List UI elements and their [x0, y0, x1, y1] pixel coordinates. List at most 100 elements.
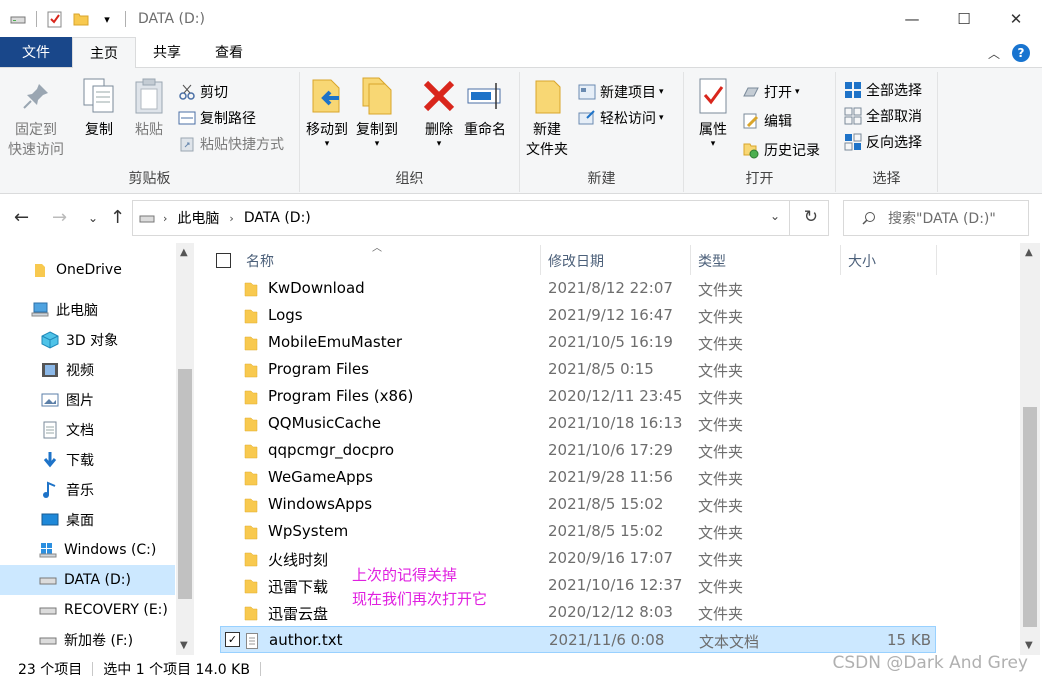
cut-button[interactable]: 剪切	[178, 80, 228, 104]
column-date[interactable]: 修改日期	[548, 251, 604, 271]
tab-share[interactable]: 共享	[136, 37, 198, 67]
copy-to-button[interactable]: 复制到 ▾	[356, 76, 398, 149]
refresh-icon[interactable]: ↻	[804, 207, 818, 227]
properties-icon[interactable]	[45, 9, 65, 29]
nav-item-new-volume-f[interactable]: 新加卷 (F:)	[0, 625, 175, 655]
open-button[interactable]: 打开 ▾	[742, 80, 800, 104]
delete-button[interactable]: 删除 ▾	[420, 76, 458, 149]
history-button[interactable]: 历史记录	[742, 138, 820, 162]
column-size[interactable]: 大小	[848, 251, 876, 271]
collapse-ribbon-icon[interactable]: ︿	[988, 45, 1000, 62]
address-bar[interactable]: › 此电脑 › DATA (D:) ⌄ ↻	[132, 200, 829, 236]
recent-locations-icon[interactable]: ⌄	[88, 211, 98, 225]
nav-item-videos[interactable]: 视频	[0, 355, 175, 385]
easy-access-button[interactable]: 轻松访问 ▾	[578, 106, 664, 130]
quick-access-toolbar: ▾	[8, 9, 134, 29]
tab-home[interactable]: 主页	[72, 37, 136, 68]
folder-icon	[244, 362, 258, 382]
nav-scrollbar[interactable]: ▲ ▼	[176, 243, 194, 655]
nav-item-this-pc[interactable]: 此电脑	[0, 295, 175, 325]
file-type: 文件夹	[698, 416, 744, 434]
tab-view[interactable]: 查看	[198, 37, 260, 67]
pin-quick-access-button[interactable]: 固定到 快速访问	[8, 76, 64, 160]
folder-row[interactable]: WeGameApps 2021/9/28 11:56 文件夹	[220, 464, 936, 491]
select-none-button[interactable]: 全部取消	[844, 104, 922, 128]
paste-shortcut-button[interactable]: 粘贴快捷方式	[178, 132, 284, 156]
nav-item-documents[interactable]: 文档	[0, 415, 175, 445]
select-all-button[interactable]: 全部选择	[844, 78, 922, 102]
scroll-down-icon[interactable]: ▼	[1025, 640, 1033, 651]
file-type: 文件夹	[698, 443, 744, 461]
desktop-icon	[40, 511, 60, 529]
nav-item-pictures[interactable]: 图片	[0, 385, 175, 415]
scroll-down-icon[interactable]: ▼	[180, 640, 188, 651]
folder-icon	[244, 470, 258, 490]
minimize-button[interactable]: —	[886, 0, 938, 38]
search-input[interactable]: 搜索"DATA (D:)"	[843, 200, 1029, 236]
invert-selection-button[interactable]: 反向选择	[844, 130, 922, 154]
folder-row[interactable]: 迅雷下载 2021/10/16 12:37 文件夹	[220, 572, 936, 599]
copy-button[interactable]: 复制	[80, 76, 118, 140]
breadcrumb-this-pc[interactable]: 此电脑	[177, 208, 219, 228]
column-type[interactable]: 类型	[698, 251, 726, 271]
folder-row[interactable]: 迅雷云盘 2020/12/12 8:03 文件夹	[220, 599, 936, 626]
folder-row[interactable]: MobileEmuMaster 2021/10/5 16:19 文件夹	[220, 329, 936, 356]
paste-icon	[130, 76, 168, 116]
tab-file[interactable]: 文件	[0, 37, 72, 67]
copy-path-button[interactable]: 复制路径	[178, 106, 256, 130]
up-arrow-icon[interactable]: ↑	[110, 207, 125, 228]
rename-button[interactable]: 重命名	[464, 76, 506, 140]
folder-row[interactable]: WpSystem 2021/8/5 15:02 文件夹	[220, 518, 936, 545]
close-button[interactable]: ✕	[990, 0, 1042, 38]
file-list-scrollbar[interactable]: ▲ ▼	[1020, 243, 1040, 655]
nav-scrollbar-thumb[interactable]	[178, 369, 192, 599]
new-item-button[interactable]: 新建项目 ▾	[578, 80, 664, 104]
nav-item-windows-c[interactable]: Windows (C:)	[0, 535, 175, 565]
nav-item-data-d[interactable]: DATA (D:)	[0, 565, 175, 595]
nav-item-music[interactable]: 音乐	[0, 475, 175, 505]
nav-item-recovery-e[interactable]: RECOVERY (E:)	[0, 595, 175, 625]
folder-row[interactable]: qqpcmgr_docpro 2021/10/6 17:29 文件夹	[220, 437, 936, 464]
help-icon[interactable]: ?	[1012, 44, 1030, 62]
file-list-scrollbar-thumb[interactable]	[1023, 407, 1037, 627]
folder-row[interactable]: 火线时刻 2020/9/16 17:07 文件夹	[220, 545, 936, 572]
nav-item-downloads[interactable]: 下载	[0, 445, 175, 475]
folder-row[interactable]: KwDownload 2021/8/12 22:07 文件夹	[220, 275, 936, 302]
edit-button[interactable]: 编辑	[742, 109, 792, 133]
file-type: 文件夹	[698, 605, 744, 623]
file-name: WindowsApps	[268, 495, 373, 513]
folder-row[interactable]: QQMusicCache 2021/10/18 16:13 文件夹	[220, 410, 936, 437]
new-folder-icon[interactable]	[71, 9, 91, 29]
new-group-label: 新建	[587, 171, 616, 187]
file-date: 2021/9/12 16:47	[548, 306, 673, 324]
properties-button[interactable]: 属性 ▾	[694, 76, 732, 149]
folder-row[interactable]: WindowsApps 2021/8/5 15:02 文件夹	[220, 491, 936, 518]
folder-row[interactable]: Logs 2021/9/12 16:47 文件夹	[220, 302, 936, 329]
customize-qat-icon[interactable]: ▾	[97, 9, 117, 29]
file-name: author.txt	[269, 631, 343, 649]
maximize-button[interactable]: ☐	[938, 0, 990, 38]
select-all-checkbox[interactable]	[216, 253, 231, 268]
row-checkbox[interactable]: ✓	[225, 632, 240, 647]
folder-row[interactable]: Program Files (x86) 2020/12/11 23:45 文件夹	[220, 383, 936, 410]
back-arrow-icon[interactable]: ←	[14, 207, 29, 228]
folder-icon	[244, 524, 258, 544]
file-row[interactable]: ✓ author.txt 2021/11/6 0:08 文本文档 15 KB	[220, 626, 936, 653]
scroll-up-icon[interactable]: ▲	[1025, 247, 1033, 258]
clipboard-group-label: 剪贴板	[128, 171, 171, 187]
nav-item-desktop[interactable]: 桌面	[0, 505, 175, 535]
breadcrumb-data-drive[interactable]: DATA (D:)	[244, 210, 311, 226]
move-to-button[interactable]: 移动到 ▾	[306, 76, 348, 149]
folder-icon	[244, 335, 258, 355]
new-folder-button[interactable]: 新建 文件夹	[526, 76, 568, 160]
address-dropdown-icon[interactable]: ⌄	[770, 209, 780, 223]
column-name[interactable]: 名称	[246, 251, 274, 271]
file-name: Program Files (x86)	[268, 387, 414, 405]
folder-row[interactable]: Program Files 2021/8/5 0:15 文件夹	[220, 356, 936, 383]
paste-button[interactable]: 粘贴	[130, 76, 168, 140]
forward-arrow-icon[interactable]: →	[52, 207, 67, 228]
nav-item-onedrive[interactable]: OneDrive	[0, 255, 175, 285]
scroll-up-icon[interactable]: ▲	[180, 247, 188, 258]
file-size: 15 KB	[887, 631, 931, 649]
nav-item-3d-objects[interactable]: 3D 对象	[0, 325, 175, 355]
